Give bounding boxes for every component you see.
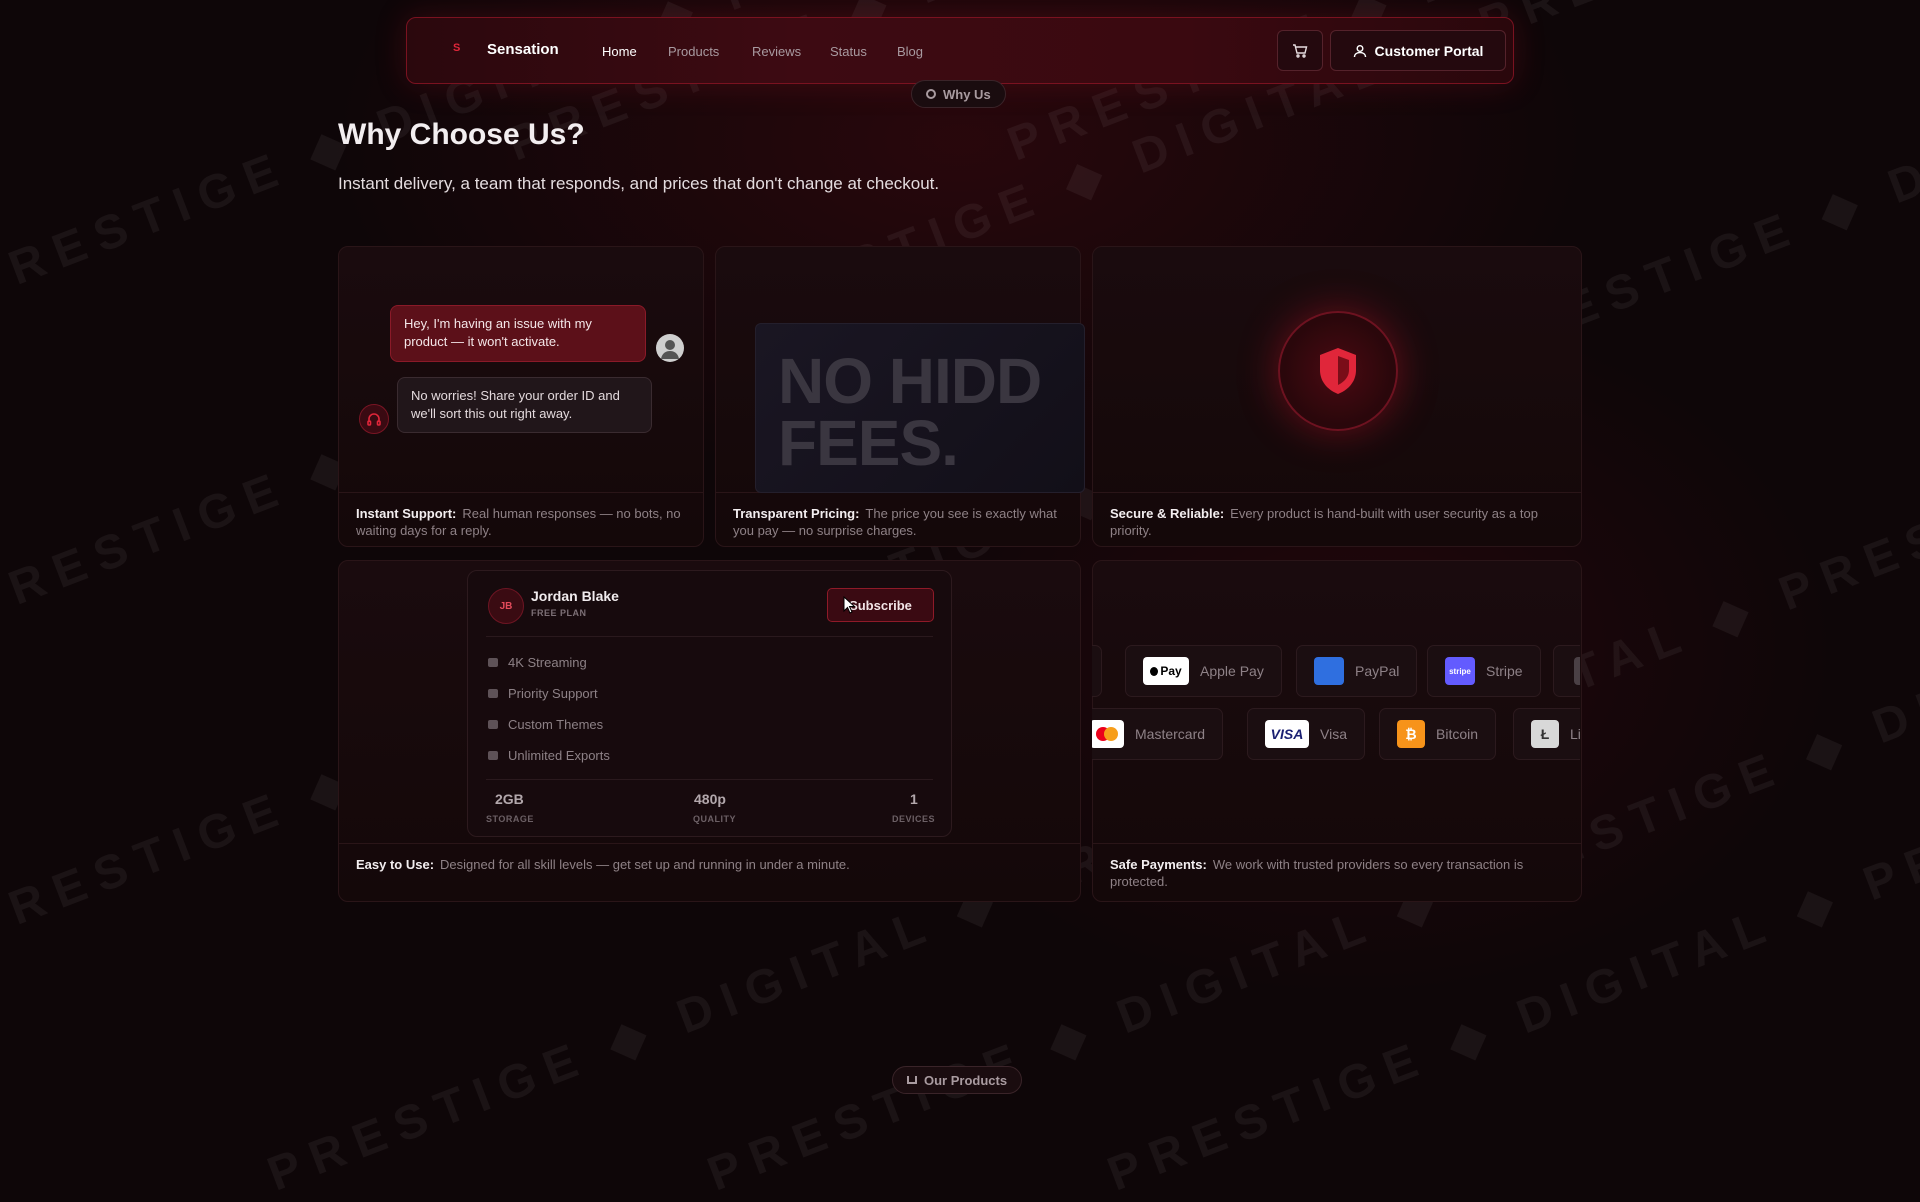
stat-quality-value: 480p [694, 791, 726, 807]
payment-chip-stripe: stripe Stripe [1427, 645, 1541, 697]
plan-tier-badge: FREE PLAN [531, 608, 587, 618]
feature-item: Unlimited Exports [488, 748, 610, 763]
payment-label: Visa [1320, 726, 1347, 742]
feature-label: 4K Streaming [508, 655, 587, 670]
paypal-logo [1314, 657, 1344, 685]
card-title: Easy to Use: [356, 857, 435, 872]
shield-icon [1320, 348, 1356, 394]
user-avatar [656, 334, 684, 362]
feature-item: 4K Streaming [488, 655, 587, 670]
payment-chip-litecoin: Ł Li [1513, 708, 1580, 760]
card-title: Transparent Pricing: [733, 506, 860, 521]
section-heading: Why Choose Us? [338, 118, 585, 151]
payment-chip-paypal: PayPal [1296, 645, 1418, 697]
user-chat-bubble: Hey, I'm having an issue with my product… [390, 305, 646, 362]
feature-label: Custom Themes [508, 717, 604, 732]
payment-chip-partial [1092, 645, 1102, 697]
feature-item: Custom Themes [488, 717, 603, 732]
no-hidden-fees-graphic: NO HIDD FEES. [755, 323, 1085, 493]
litecoin-logo: Ł [1531, 720, 1559, 748]
payment-chip-partial [1553, 645, 1580, 697]
top-navbar: S Sensation Home Products Reviews Status… [406, 17, 1514, 84]
nav-link-status[interactable]: Status [830, 44, 867, 59]
feature-label: Unlimited Exports [508, 748, 610, 763]
payment-label: Li [1570, 726, 1580, 742]
card-footer: Instant Support: Real human responses — n… [339, 492, 703, 546]
card-footer: Safe Payments: We work with trusted provi… [1093, 843, 1581, 901]
bitcoin-logo: ₿ [1397, 720, 1425, 748]
customer-portal-button[interactable]: Customer Portal [1330, 30, 1506, 71]
card-title: Safe Payments: [1110, 857, 1207, 872]
apple-pay-logo: Pay [1143, 657, 1189, 685]
divider [486, 636, 933, 637]
stat-devices-value: 1 [910, 791, 918, 807]
logo-mark[interactable]: S [453, 42, 460, 54]
customer-portal-label: Customer Portal [1374, 42, 1484, 59]
nav-link-reviews[interactable]: Reviews [752, 44, 801, 59]
payment-label: PayPal [1355, 663, 1400, 679]
lock-icon [488, 658, 498, 667]
why-us-pill: Why Us [911, 80, 1006, 108]
lock-icon [488, 689, 498, 698]
visa-logo: VISA [1265, 720, 1309, 748]
apple-icon [1150, 666, 1159, 676]
user-icon [1353, 44, 1366, 57]
no-hidden-fees-text: NO HIDD FEES. [778, 345, 1042, 479]
payment-chip-visa: VISA Visa [1247, 708, 1365, 760]
shield-ring [1278, 311, 1398, 431]
stripe-logo: stripe [1445, 657, 1475, 685]
stat-storage-label: STORAGE [486, 814, 534, 824]
card-footer: Easy to Use: Designed for all skill level… [339, 843, 1080, 901]
lock-icon [488, 720, 498, 729]
brand-name[interactable]: Sensation [487, 41, 559, 58]
card-title: Instant Support: [356, 506, 457, 521]
payment-label: Apple Pay [1200, 663, 1264, 679]
divider [486, 779, 933, 780]
nav-link-products[interactable]: Products [668, 44, 719, 59]
why-us-label: Why Us [943, 86, 991, 102]
card-title: Secure & Reliable: [1110, 506, 1225, 521]
payment-label: Mastercard [1135, 726, 1206, 742]
plan-user-name: Jordan Blake [531, 588, 619, 604]
card-text: Designed for all skill levels — get set … [440, 857, 850, 872]
our-products-label: Our Products [924, 1072, 1008, 1088]
cart-icon [907, 1076, 917, 1084]
nav-link-blog[interactable]: Blog [897, 44, 923, 59]
section-subheading: Instant delivery, a team that responds, … [338, 174, 940, 193]
payment-row-1: Pay Apple Pay PayPal stripe Stripe [1092, 645, 1580, 697]
agent-chat-bubble: No worries! Share your order ID and we'l… [397, 377, 652, 433]
payment-chip-apple-pay: Pay Apple Pay [1125, 645, 1282, 697]
payment-chip-bitcoin: ₿ Bitcoin [1379, 708, 1497, 760]
cart-button[interactable] [1277, 30, 1323, 71]
stat-quality-label: QUALITY [693, 814, 736, 824]
feature-item: Priority Support [488, 686, 598, 701]
mouse-cursor-icon [843, 596, 856, 614]
payment-logo-partial [1574, 657, 1580, 685]
payment-chip-mastercard: Mastercard [1092, 708, 1224, 760]
avatar: JB [488, 588, 524, 624]
lock-icon [488, 751, 498, 760]
feature-label: Priority Support [508, 686, 598, 701]
nav-link-home[interactable]: Home [602, 44, 637, 59]
card-footer: Secure & Reliable: Every product is hand-… [1093, 492, 1581, 546]
stat-storage-value: 2GB [495, 791, 524, 807]
stat-devices-label: DEVICES [892, 814, 936, 824]
card-footer: Transparent Pricing: The price you see is… [716, 492, 1080, 546]
payment-row-2: Mastercard VISA Visa ₿ Bitcoin Ł Li [1092, 708, 1580, 760]
payment-label: Stripe [1486, 663, 1523, 679]
sparkle-icon [926, 89, 936, 99]
our-products-pill: Our Products [892, 1066, 1023, 1094]
mastercard-logo [1092, 720, 1124, 748]
payment-label: Bitcoin [1436, 726, 1479, 742]
cart-icon [1293, 43, 1308, 58]
headset-icon [359, 404, 389, 434]
plan-preview-card: JB Jordan Blake FREE PLAN Subscribe 4K S… [467, 570, 952, 837]
